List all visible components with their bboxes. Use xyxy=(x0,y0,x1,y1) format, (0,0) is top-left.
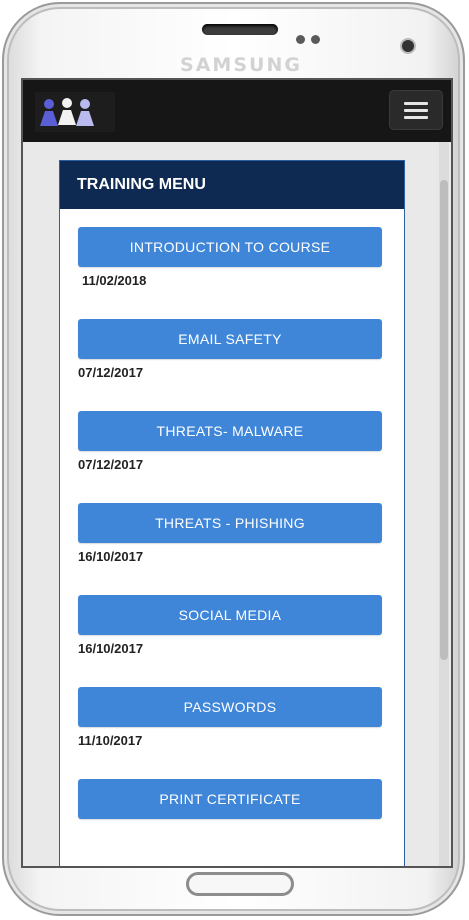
course-button[interactable]: THREATS - PHISHING xyxy=(78,503,382,543)
course-item: THREATS- MALWARE 07/12/2017 xyxy=(60,411,404,487)
course-button[interactable]: THREATS- MALWARE xyxy=(78,411,382,451)
course-item: THREATS - PHISHING 16/10/2017 xyxy=(60,503,404,579)
home-button[interactable] xyxy=(186,872,294,896)
course-button[interactable]: EMAIL SAFETY xyxy=(78,319,382,359)
training-menu-panel: TRAINING MENU INTRODUCTION TO COURSE 11/… xyxy=(59,160,405,866)
certificate-item: PRINT CERTIFICATE xyxy=(60,779,404,823)
course-date: 16/10/2017 xyxy=(78,641,144,656)
people-logo-icon[interactable] xyxy=(35,92,115,132)
course-list: INTRODUCTION TO COURSE 11/02/2018 EMAIL … xyxy=(60,209,404,823)
scrollbar-thumb[interactable] xyxy=(440,180,448,660)
light-sensor xyxy=(311,35,320,44)
print-certificate-button[interactable]: PRINT CERTIFICATE xyxy=(78,779,382,819)
proximity-sensor xyxy=(296,35,305,44)
course-item: EMAIL SAFETY 07/12/2017 xyxy=(60,319,404,395)
device-brand: SAMSUNG xyxy=(180,54,302,76)
course-button[interactable]: PASSWORDS xyxy=(78,687,382,727)
course-date: 07/12/2017 xyxy=(78,365,144,380)
course-date: 07/12/2017 xyxy=(78,457,144,472)
course-button[interactable]: SOCIAL MEDIA xyxy=(78,595,382,635)
hamburger-menu-icon[interactable] xyxy=(389,90,443,130)
course-item: SOCIAL MEDIA 16/10/2017 xyxy=(60,595,404,671)
course-date: 11/10/2017 xyxy=(78,733,143,748)
panel-title: TRAINING MENU xyxy=(60,161,404,209)
menu-line xyxy=(404,108,428,112)
app-header xyxy=(23,80,451,142)
screen: TRAINING MENU INTRODUCTION TO COURSE 11/… xyxy=(21,78,453,868)
course-date: 11/02/2018 xyxy=(82,273,147,288)
course-date: 16/10/2017 xyxy=(78,549,144,564)
course-item: INTRODUCTION TO COURSE 11/02/2018 xyxy=(60,227,404,303)
phone-frame: SAMSUNG TRAINING MENU INTRODUCTION TO CO… xyxy=(2,2,465,916)
menu-line xyxy=(404,101,428,105)
course-button[interactable]: INTRODUCTION TO COURSE xyxy=(78,227,382,267)
menu-line xyxy=(404,115,428,119)
front-camera xyxy=(402,40,414,52)
earpiece-speaker xyxy=(202,24,278,35)
course-item: PASSWORDS 11/10/2017 xyxy=(60,687,404,763)
